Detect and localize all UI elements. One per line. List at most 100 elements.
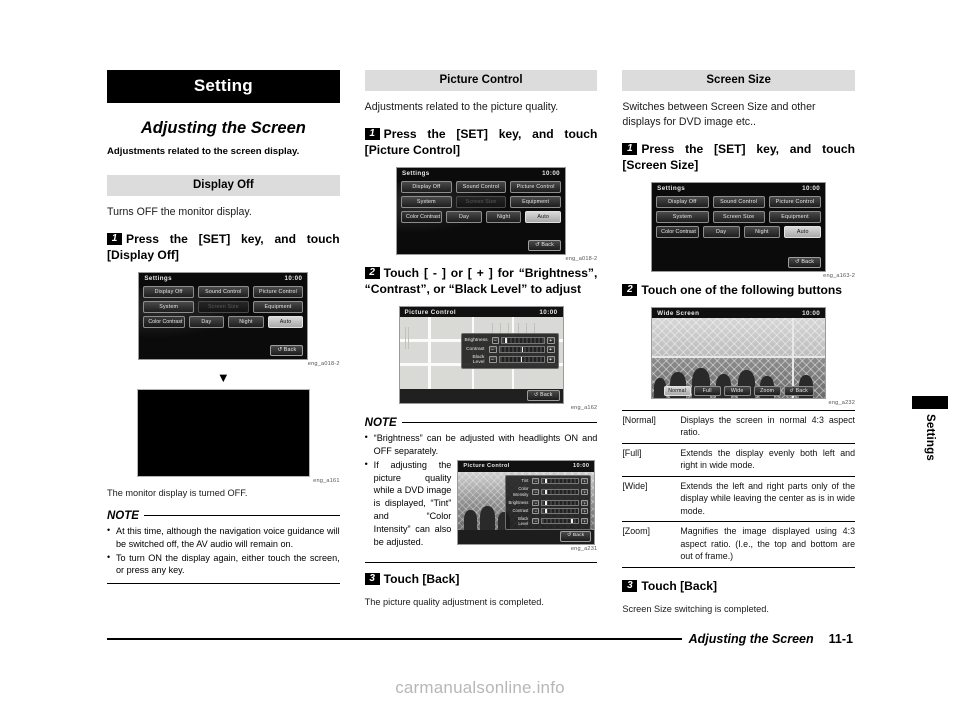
minus-button[interactable]: − — [532, 499, 540, 506]
minus-button[interactable]: − — [491, 336, 500, 344]
screen-title: Settings — [402, 169, 430, 177]
step-number-badge: 3 — [364, 573, 380, 586]
step-number-badge: 3 — [622, 579, 638, 592]
screen-key-day[interactable]: Day — [702, 225, 740, 238]
step-1-picture-control: 1 Press the [SET] key, and touch [Picture… — [364, 127, 597, 159]
figure-wide-screen: Wide Screen 10:00 Normal Full Wide Zoom … — [622, 306, 855, 406]
level-bar[interactable] — [541, 499, 580, 506]
screen-clock: 10:00 — [802, 309, 821, 317]
level-bar[interactable] — [541, 518, 580, 525]
screen-key-zoom[interactable]: Zoom — [753, 385, 781, 396]
minus-button[interactable]: − — [532, 477, 540, 484]
screen-key-day[interactable]: Day — [446, 210, 482, 223]
screen-header: Settings 10:00 — [397, 168, 565, 178]
screen-key-wide[interactable]: Wide — [723, 385, 751, 396]
level-bar[interactable] — [501, 336, 545, 344]
step-number-badge: 1 — [622, 143, 638, 156]
screen-key-display-off[interactable]: Display Off — [656, 195, 709, 208]
step-2-screen-size: 2 Touch one of the following buttons — [622, 283, 855, 299]
display-off-result: The monitor display is turned OFF. — [107, 487, 248, 498]
step-text: Touch one of the following buttons — [641, 282, 842, 297]
screen-key-system[interactable]: System — [656, 210, 709, 223]
screen-clock: 10:00 — [542, 169, 560, 177]
level-bar[interactable] — [498, 356, 545, 364]
device-screen-wide-screen: Wide Screen 10:00 Normal Full Wide Zoom … — [651, 306, 827, 399]
plus-button[interactable]: + — [546, 345, 555, 353]
step-2-picture-control: 2 Touch [ - ] or [ + ] for “Brightness”, … — [364, 265, 598, 298]
note-item: “Brightness” can be adjusted with headli… — [365, 431, 598, 458]
screen-key-equipment[interactable]: Equipment — [252, 300, 304, 313]
option-key: [Normal] — [622, 409, 681, 444]
minus-button[interactable]: − — [532, 518, 540, 525]
screen-button-row-2: System Screen Size Equipment — [143, 300, 304, 313]
screen-key-screen-size[interactable]: Screen Size — [712, 210, 765, 223]
screen-size-options-table: [Normal] Displays the screen in normal 4… — [622, 409, 856, 568]
adjust-label: Contrast — [466, 346, 485, 352]
screen-size-intro: Switches between Screen Size and other d… — [622, 101, 816, 129]
screen-key-picture-control[interactable]: Picture Control — [252, 285, 304, 298]
level-bar[interactable] — [541, 507, 580, 514]
screen-key-auto[interactable]: Auto — [267, 315, 304, 328]
screen-title: Settings — [144, 274, 172, 282]
plus-button[interactable]: + — [581, 518, 589, 525]
screen-key-night[interactable]: Night — [485, 210, 522, 223]
plus-button[interactable]: + — [546, 336, 555, 344]
plus-button[interactable]: + — [581, 488, 589, 495]
screen-key-picture-control[interactable]: Picture Control — [768, 195, 822, 208]
screen-key-equipment[interactable]: Equipment — [510, 195, 562, 208]
screen-back-button[interactable]: ↺ Back — [270, 344, 304, 356]
plus-button[interactable]: + — [581, 507, 589, 514]
minus-button[interactable]: − — [488, 356, 497, 364]
screen-key-normal[interactable]: Normal — [663, 385, 691, 396]
screen-clock: 10:00 — [573, 462, 590, 469]
screen-key-sound-control[interactable]: Sound Control — [455, 180, 507, 193]
note-list: At this time, although the navigation vo… — [107, 524, 340, 578]
note-title: NOTE — [107, 509, 139, 522]
side-tab-marker — [912, 396, 948, 409]
screen-title: Wide Screen — [657, 309, 700, 317]
screen-key-night[interactable]: Night — [743, 225, 781, 238]
screen-back-button[interactable]: ↺ Back — [783, 385, 814, 396]
screen-key-night[interactable]: Night — [228, 315, 264, 328]
minus-button[interactable]: − — [532, 488, 540, 495]
dvd-video-background: Tint − + Color Intensity − + Brightness … — [458, 471, 595, 530]
plus-button[interactable]: + — [581, 499, 589, 506]
screen-key-auto[interactable]: Auto — [525, 210, 561, 223]
screen-back-button[interactable]: ↺ Back — [526, 389, 560, 401]
minus-button[interactable]: − — [532, 507, 540, 514]
screen-body: Display Off Sound Control Picture Contro… — [397, 178, 565, 240]
step-number-badge: 2 — [364, 266, 380, 279]
level-bar[interactable] — [541, 477, 580, 484]
level-bar[interactable] — [541, 488, 580, 495]
screen-key-display-off[interactable]: Display Off — [143, 285, 194, 298]
screen-key-sound-control[interactable]: Sound Control — [712, 195, 765, 208]
screen-back-button[interactable]: ↺ Back — [528, 239, 561, 251]
screen-back-button[interactable]: ↺ Back — [787, 256, 822, 268]
option-description: Displays the screen in normal 4:3 aspect… — [680, 409, 856, 444]
device-screen-picture-control-dvd: Picture Control 10:00 — [457, 459, 596, 546]
step-3-screen-size: 3 Touch [Back] — [622, 579, 855, 595]
screen-key-sound-control[interactable]: Sound Control — [198, 285, 249, 298]
minus-button[interactable]: − — [488, 345, 497, 353]
screen-key-day[interactable]: Day — [188, 315, 225, 328]
plus-button[interactable]: + — [546, 356, 555, 364]
watermark: carmanualsonline.info — [395, 678, 565, 697]
level-bar[interactable] — [498, 345, 545, 353]
column-picture-control: Picture Control Adjustments related to t… — [364, 70, 598, 625]
screen-key-full[interactable]: Full — [693, 385, 721, 396]
screen-back-button[interactable]: ↺ Back — [560, 530, 592, 543]
note-item: To turn ON the display again, either tou… — [107, 551, 340, 578]
screen-key-equipment[interactable]: Equipment — [768, 210, 822, 223]
screen-key-system[interactable]: System — [401, 195, 452, 208]
adjust-row-black-level: Black Level − + — [508, 516, 589, 528]
screen-key-system[interactable]: System — [143, 300, 194, 313]
step-text: Touch [ - ] or [ + ] for “Brightness”, “… — [364, 265, 598, 296]
side-tab-label: Settings — [924, 414, 936, 461]
screen-key-picture-control[interactable]: Picture Control — [510, 180, 562, 193]
screen-back-row: ↺ Back — [139, 344, 307, 359]
down-arrow-icon: ▼ — [216, 369, 230, 385]
table-row: [Wide] Extends the left and right parts … — [622, 475, 856, 522]
plus-button[interactable]: + — [581, 477, 589, 484]
screen-key-auto[interactable]: Auto — [784, 225, 822, 238]
screen-key-display-off[interactable]: Display Off — [401, 180, 452, 193]
